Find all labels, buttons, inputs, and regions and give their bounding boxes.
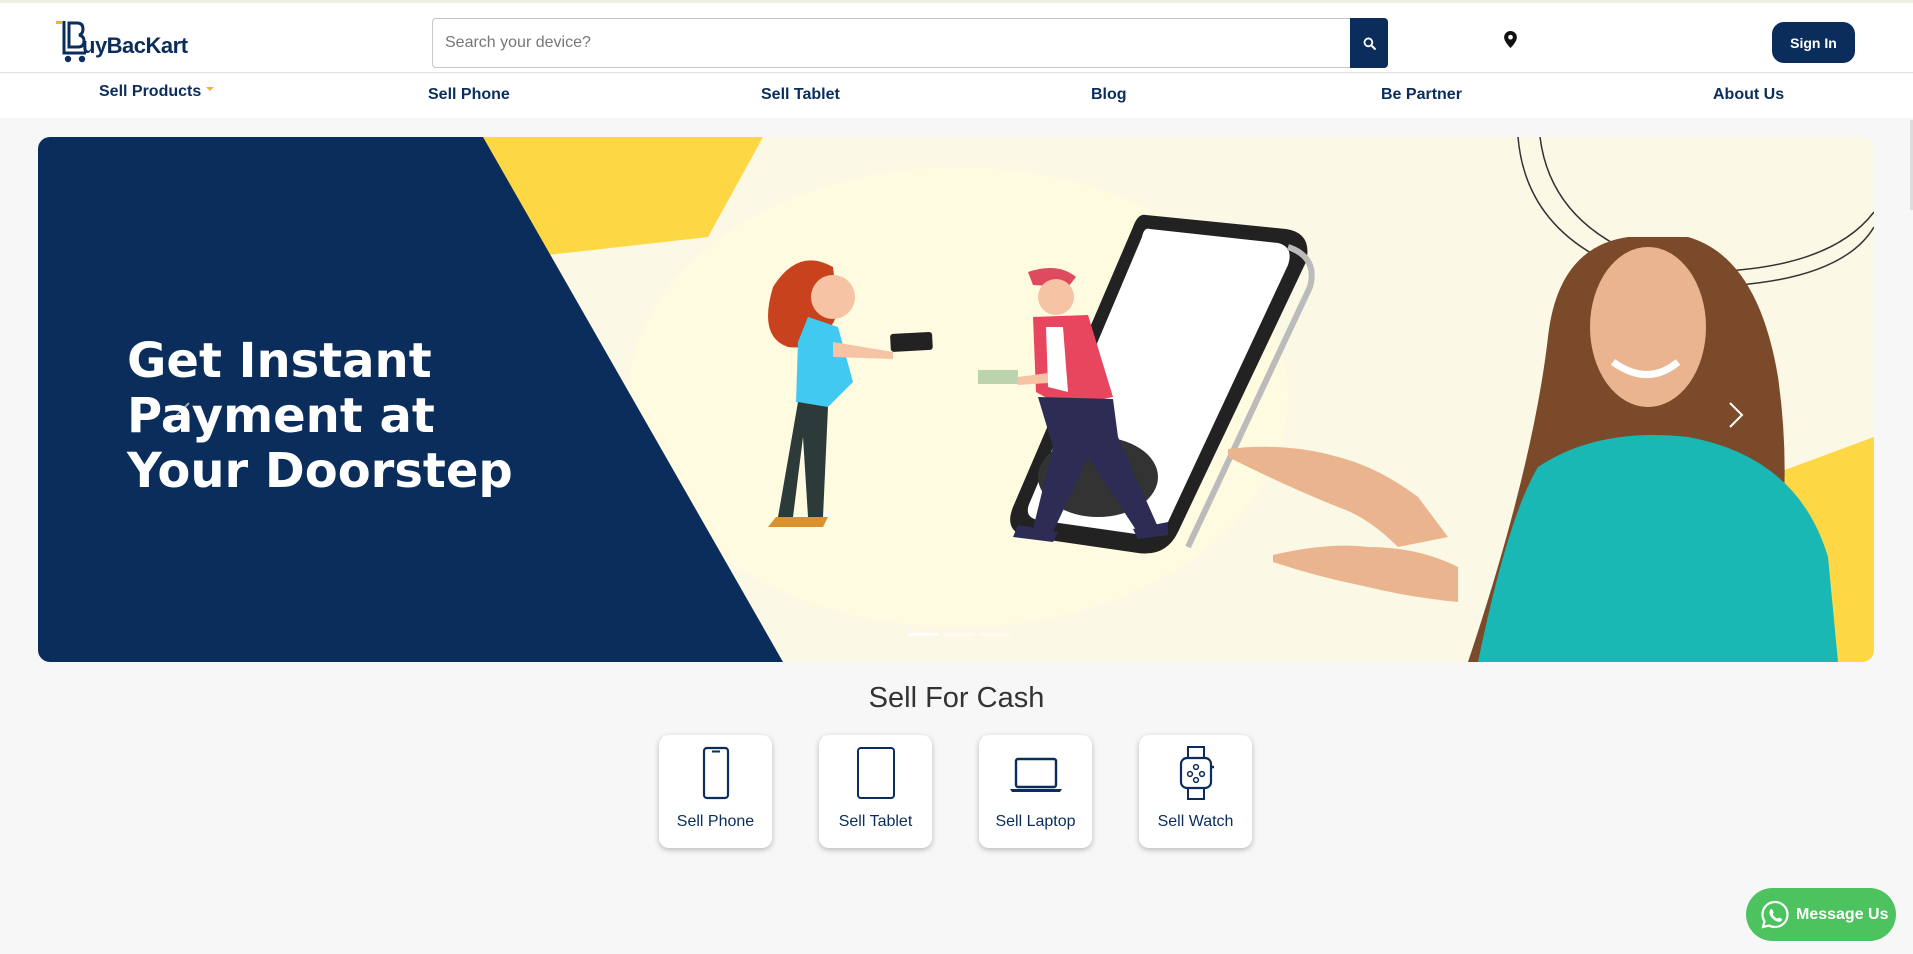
- logo-text: uyBacKart: [82, 33, 188, 58]
- carousel-indicators: [908, 633, 1010, 636]
- sign-in-button[interactable]: Sign In: [1772, 22, 1855, 63]
- nav-be-partner[interactable]: Be Partner: [1381, 86, 1462, 104]
- carousel-dot[interactable]: [944, 633, 974, 636]
- card-label: Sell Watch: [1157, 813, 1234, 830]
- headline-line: Get Instant: [127, 333, 432, 389]
- chevron-left-icon: [175, 402, 190, 428]
- whatsapp-label: Message Us: [1796, 905, 1889, 923]
- sell-laptop-card[interactable]: Sell Laptop: [979, 735, 1092, 848]
- nav-blog[interactable]: Blog: [1091, 86, 1127, 104]
- whatsapp-icon: [1761, 900, 1789, 929]
- sell-for-cash-title: Sell For Cash: [868, 682, 1045, 714]
- card-label: Sell Tablet: [838, 813, 913, 830]
- card-label: Sell Laptop: [995, 813, 1076, 830]
- nav-about-us[interactable]: About Us: [1713, 86, 1784, 104]
- carousel-next-button[interactable]: [1716, 385, 1756, 445]
- card-label: Sell Phone: [676, 813, 755, 830]
- search-input[interactable]: [433, 19, 1350, 67]
- woman-photo: [1228, 237, 1838, 662]
- whatsapp-message-button[interactable]: Message Us: [1746, 888, 1896, 941]
- nav-sell-tablet[interactable]: Sell Tablet: [761, 86, 840, 104]
- watch-icon: [1179, 746, 1214, 800]
- map-pin-icon[interactable]: [1504, 31, 1517, 53]
- main-nav: Sell Products Sell Phone Sell Tablet Blo…: [0, 74, 1913, 118]
- search-bar: [432, 18, 1388, 68]
- sell-watch-card[interactable]: Sell Watch: [1139, 735, 1252, 848]
- nav-label: Sell Products: [99, 83, 202, 100]
- tablet-icon: [856, 747, 895, 799]
- phone-icon: [702, 746, 729, 800]
- carousel-prev-button[interactable]: [163, 385, 203, 445]
- carousel-dot[interactable]: [908, 633, 938, 636]
- chevron-right-icon: [1729, 402, 1744, 428]
- hero-banner: Get Instant Payment at Your Doorstep: [38, 137, 1874, 662]
- search-button[interactable]: [1350, 18, 1388, 68]
- nav-sell-products[interactable]: Sell Products: [99, 83, 215, 101]
- banner-headline: Get Instant Payment at Your Doorstep: [127, 334, 647, 499]
- laptop-icon: [1009, 757, 1062, 792]
- sell-tablet-card[interactable]: Sell Tablet: [819, 735, 932, 848]
- search-icon: [1363, 37, 1376, 50]
- sell-phone-card[interactable]: Sell Phone: [659, 735, 772, 848]
- headline-line: Payment at: [127, 388, 435, 444]
- nav-sell-phone[interactable]: Sell Phone: [428, 86, 510, 104]
- sell-category-cards: Sell Phone Sell Tablet Sell Laptop Sell …: [659, 735, 1252, 848]
- carousel-dot[interactable]: [980, 633, 1010, 636]
- headline-line: Your Doorstep: [127, 443, 513, 499]
- caret-down-icon: [206, 86, 215, 91]
- top-bar: uyBacKart Sign In: [0, 0, 1913, 73]
